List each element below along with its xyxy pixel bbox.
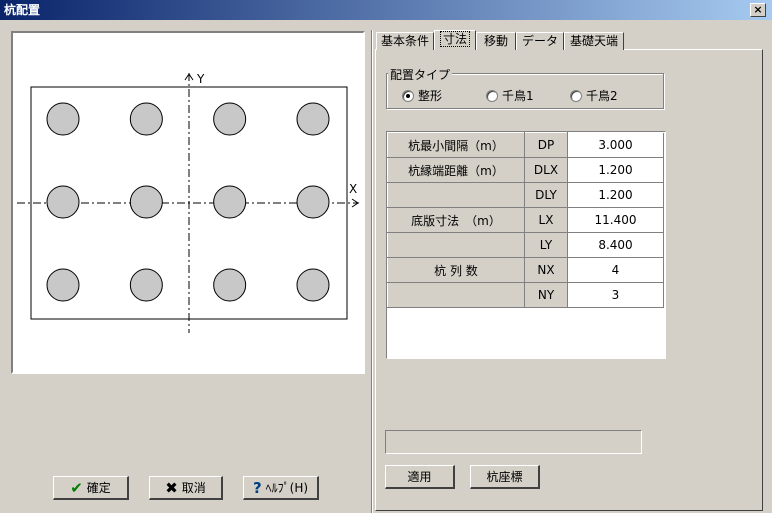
help-button[interactable]: ? ﾍﾙﾌﾟ(H) — [243, 476, 319, 500]
pile-circle — [46, 102, 80, 136]
pile-circle — [213, 185, 247, 219]
row-code: LY — [524, 232, 568, 258]
close-icon: × — [753, 3, 763, 16]
pile-coordinates-button-label: 杭座標 — [486, 470, 523, 484]
radio-regular[interactable]: 整形 — [402, 87, 442, 104]
pile-circle — [213, 268, 247, 302]
apply-button[interactable]: 適用 — [385, 465, 455, 489]
pile-circle — [296, 102, 330, 136]
table-row: DLY 1.200 — [387, 182, 664, 208]
row-code: DP — [524, 132, 568, 158]
ok-button-label: 確定 — [86, 481, 111, 495]
cancel-button[interactable]: ✖ 取消 — [149, 476, 223, 500]
pile-layout-drawing: Y X — [17, 72, 359, 333]
radio-staggered-2-indicator[interactable] — [570, 89, 582, 102]
table-row: 杭最小間隔（m） DP 3.000 — [387, 132, 664, 158]
row-label — [387, 282, 525, 308]
pile-coordinates-button[interactable]: 杭座標 — [470, 465, 540, 489]
pile-circle — [46, 268, 80, 302]
radio-regular-indicator[interactable] — [402, 89, 414, 102]
row-label: 杭 列 数 — [387, 257, 525, 283]
row-label — [387, 182, 525, 208]
table-row: NY 3 — [387, 282, 664, 308]
check-icon: ✔ — [70, 478, 83, 497]
row-code: NY — [524, 282, 568, 308]
value-cell-ly[interactable]: 8.400 — [567, 232, 664, 258]
tab-foundation-top[interactable]: 基礎天端 — [564, 32, 624, 50]
table-row: LY 8.400 — [387, 232, 664, 258]
tab-move[interactable]: 移動 — [476, 32, 516, 50]
y-axis-label: Y — [196, 72, 205, 86]
pile-circle — [129, 185, 163, 219]
pile-layout-preview: Y X — [11, 31, 365, 374]
value-cell-dlx[interactable]: 1.200 — [567, 157, 664, 183]
tab-basic-conditions[interactable]: 基本条件 — [376, 32, 434, 50]
cross-icon: ✖ — [165, 478, 178, 497]
pile-group — [46, 102, 330, 302]
value-cell-ny[interactable]: 3 — [567, 282, 664, 308]
table-row: 底版寸法 （m） LX 11.400 — [387, 207, 664, 233]
value-cell-dp[interactable]: 3.000 — [567, 132, 664, 158]
row-label: 底版寸法 （m） — [387, 207, 525, 233]
question-icon: ? — [252, 478, 262, 497]
panel-divider — [371, 30, 373, 513]
pile-circle — [46, 185, 80, 219]
value-cell-nx[interactable]: 4 — [567, 257, 664, 283]
tab-data[interactable]: データ — [516, 32, 564, 50]
value-cell-dly[interactable]: 1.200 — [567, 182, 664, 208]
row-code: NX — [524, 257, 568, 283]
row-code: DLY — [524, 182, 568, 208]
value-cell-lx[interactable]: 11.400 — [567, 207, 664, 233]
x-axis-label: X — [349, 182, 357, 196]
help-button-label: ﾍﾙﾌﾟ(H) — [265, 481, 309, 495]
pile-circle — [129, 102, 163, 136]
row-label — [387, 232, 525, 258]
layout-type-title: 配置タイプ — [388, 66, 453, 83]
table-row: 杭 列 数 NX 4 — [387, 257, 664, 283]
dimension-grid: 杭最小間隔（m） DP 3.000 杭縁端距離（m） DLX 1.200 DLY… — [386, 131, 666, 359]
title-bar: 杭配置 × — [0, 0, 772, 20]
apply-button-label: 適用 — [407, 470, 432, 484]
radio-staggered-2[interactable]: 千鳥2 — [570, 87, 618, 104]
table-row: 杭縁端距離（m） DLX 1.200 — [387, 157, 664, 183]
row-label: 杭最小間隔（m） — [387, 132, 525, 158]
ok-button[interactable]: ✔ 確定 — [53, 476, 129, 500]
radio-staggered-1[interactable]: 千鳥1 — [486, 87, 534, 104]
pile-circle — [296, 185, 330, 219]
tab-dimensions[interactable]: 寸法 — [434, 30, 476, 50]
row-code: DLX — [524, 157, 568, 183]
row-label: 杭縁端距離（m） — [387, 157, 525, 183]
close-button[interactable]: × — [750, 3, 766, 17]
pile-circle — [213, 102, 247, 136]
pile-circle — [129, 268, 163, 302]
row-code: LX — [524, 207, 568, 233]
pile-circle — [296, 268, 330, 302]
status-field — [385, 430, 642, 454]
radio-staggered-1-indicator[interactable] — [486, 89, 498, 102]
cancel-button-label: 取消 — [181, 481, 206, 495]
window-title: 杭配置 — [4, 3, 41, 17]
